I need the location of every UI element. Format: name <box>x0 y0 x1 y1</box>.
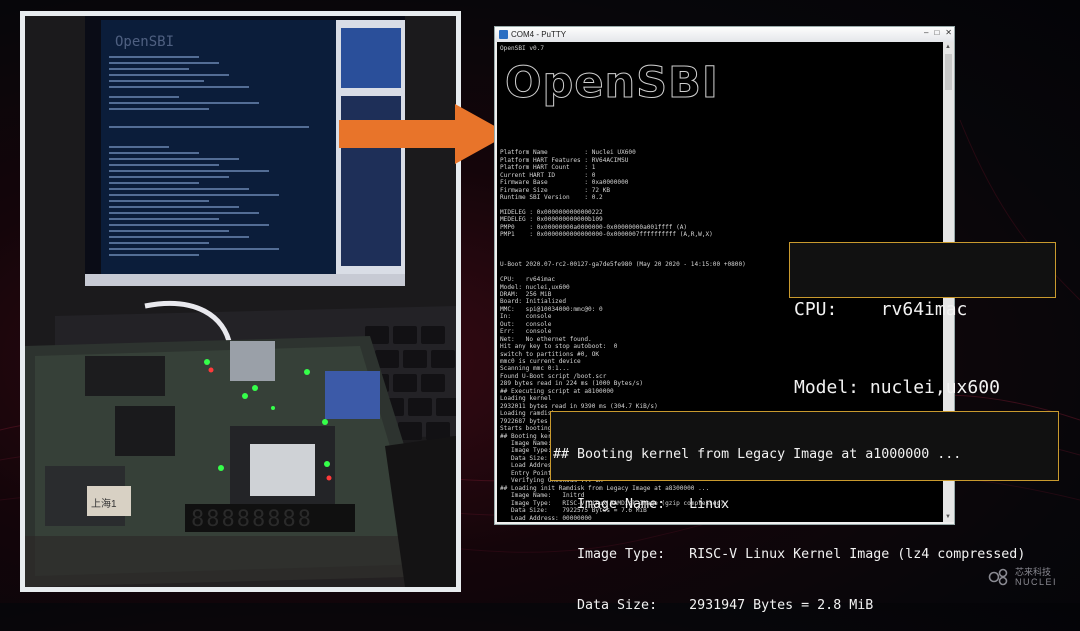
boot-kernel-callout: ## Booting kernel from Legacy Image at a… <box>550 411 1059 613</box>
brand-name-en: NUCLEI <box>1015 577 1058 587</box>
scroll-up-icon[interactable]: ▲ <box>945 44 951 50</box>
board-sticker-label: 上海1 <box>91 497 117 510</box>
terminal-line: Board: Initialized <box>500 298 567 306</box>
cpu-model-callout: CPU: rv64imac Model: nuclei,ux600 <box>789 242 1056 398</box>
terminal-line: ​ <box>500 120 746 127</box>
terminal-line: 2932011 bytes read in 9390 ms (304.7 KiB… <box>500 402 658 410</box>
terminal-line: ​ <box>500 134 746 141</box>
terminal-line: CPU: rv64imac <box>500 276 556 284</box>
terminal-line: OpenSBI v0.7 <box>500 45 545 52</box>
terminal-line: ​ <box>500 254 746 261</box>
callout-boot-line-1: ## Booting kernel from Legacy Image at a… <box>553 446 962 462</box>
scrollbar-thumb[interactable] <box>945 54 952 90</box>
brand-name-cn: 芯来科技 <box>1015 567 1052 577</box>
putty-icon <box>499 30 508 39</box>
terminal-line: ​ <box>500 269 746 276</box>
nuclei-watermark: 芯来科技 NUCLEI <box>988 567 1057 587</box>
highlight-arrow <box>339 104 509 164</box>
terminal-line: MEDELEG : 0x000000000000b109 <box>500 216 603 224</box>
terminal-line: ​ <box>500 142 746 149</box>
minimize-button[interactable]: – <box>924 28 928 37</box>
callout-model-line: Model: nuclei,ux600 <box>794 377 1000 398</box>
terminal-line: Hit any key to stop autoboot: 0 <box>500 343 618 351</box>
terminal-line: ​ <box>500 67 746 74</box>
terminal-line: Firmware Base : 0xa0000000 <box>500 179 629 187</box>
terminal-line: ​ <box>500 90 746 97</box>
terminal-line: ​ <box>500 246 746 253</box>
terminal-line: U-Boot 2020.07-rc2-00127-ga7de5fe980 (Ma… <box>500 261 746 269</box>
seven-segment-display: 88888888 <box>191 507 313 532</box>
nuclei-logo-icon <box>988 568 1008 586</box>
callout-cpu-line: CPU: rv64imac <box>794 299 968 320</box>
callout-boot-line-2: Image Name: Linux <box>553 496 730 512</box>
terminal-line: ​ <box>500 112 746 119</box>
maximize-button[interactable]: □ <box>934 28 939 37</box>
terminal-line: ​ <box>500 75 746 82</box>
terminal-line: Platform Name : Nuclei UX600 <box>500 149 636 157</box>
terminal-line: ​ <box>500 105 746 112</box>
terminal-line: PMP0 : 0x00000000a0000000-0x00000000a001… <box>500 223 688 231</box>
board-photo: OpenSBI 上海1 88888888 <box>20 11 461 592</box>
terminal-line: 289 bytes read in 224 ms (1000 Bytes/s) <box>500 380 644 388</box>
terminal-line: Scanning mmc 0:1... <box>500 365 570 373</box>
terminal-line: ​ <box>500 82 746 89</box>
terminal-line: DRAM: 256 MiB <box>500 290 552 298</box>
terminal-line: Current HART ID : 0 <box>500 171 596 179</box>
window-titlebar[interactable]: COM4 - PuTTY – □ ✕ <box>495 27 954 42</box>
callout-boot-line-3: Image Type: RISC-V Linux Kernel Image (l… <box>553 547 1026 563</box>
terminal-line: ​ <box>500 127 746 134</box>
terminal-line: ​ <box>500 60 746 67</box>
terminal-line: MIDELEG : 0x0000000000000222 <box>500 208 603 216</box>
terminal-line: switch to partitions #0, OK <box>500 350 600 358</box>
terminal-line: Found U-Boot script /boot.scr <box>500 372 607 380</box>
terminal-line: Model: nuclei,ux600 <box>500 283 570 291</box>
terminal-line: Platform HART Count : 1 <box>500 164 596 172</box>
terminal-line: PMP1 : 0x0000000000000000-0x0000007fffff… <box>500 231 713 239</box>
terminal-line: Err: console <box>500 328 552 336</box>
terminal-line: mmc0 is current device <box>500 358 581 366</box>
terminal-line: ​ <box>500 52 746 59</box>
terminal-line: ## Executing script at a8100000 <box>500 387 614 395</box>
terminal-line: Net: No ethernet found. <box>500 335 592 343</box>
terminal-line: ​ <box>500 239 746 246</box>
terminal-line: Platform HART Features : RV64ACIMSU <box>500 156 629 164</box>
terminal-line: Out: console <box>500 320 552 328</box>
terminal-line: Loading kernel <box>500 395 552 403</box>
terminal-line: Runtime SBI Version : 0.2 <box>500 194 603 202</box>
close-button[interactable]: ✕ <box>945 28 952 37</box>
terminal-line: ​ <box>500 202 746 209</box>
svg-text:OpenSBI: OpenSBI <box>115 34 174 50</box>
terminal-line: In: console <box>500 313 552 321</box>
terminal-line: MMC: spi@10034000:mmc@0: 0 <box>500 305 603 313</box>
terminal-line: Firmware Size : 72 KB <box>500 186 611 194</box>
callout-boot-line-4: Data Size: 2931947 Bytes = 2.8 MiB <box>553 597 874 613</box>
terminal-line: ​ <box>500 97 746 104</box>
window-title: COM4 - PuTTY <box>511 30 567 39</box>
